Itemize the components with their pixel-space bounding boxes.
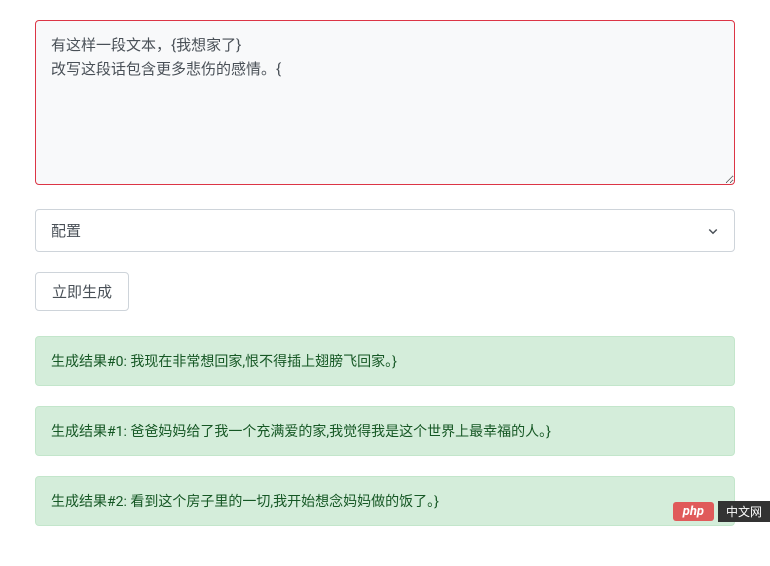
watermark: php 中文网 bbox=[673, 501, 770, 522]
result-item: 生成结果#1: 爸爸妈妈给了我一个充满爱的家,我觉得我是这个世界上最幸福的人。} bbox=[35, 406, 735, 456]
chevron-down-icon bbox=[707, 225, 719, 237]
result-item: 生成结果#2: 看到这个房子里的一切,我开始想念妈妈做的饭了。} bbox=[35, 476, 735, 526]
watermark-text: 中文网 bbox=[718, 501, 770, 522]
config-dropdown[interactable]: 配置 bbox=[35, 209, 735, 252]
prompt-textarea[interactable] bbox=[35, 20, 735, 185]
watermark-badge: php bbox=[673, 502, 714, 521]
generate-button[interactable]: 立即生成 bbox=[35, 272, 129, 311]
result-item: 生成结果#0: 我现在非常想回家,恨不得插上翅膀飞回家。} bbox=[35, 336, 735, 386]
config-label: 配置 bbox=[51, 220, 81, 241]
results-container: 生成结果#0: 我现在非常想回家,恨不得插上翅膀飞回家。} 生成结果#1: 爸爸… bbox=[35, 336, 735, 526]
